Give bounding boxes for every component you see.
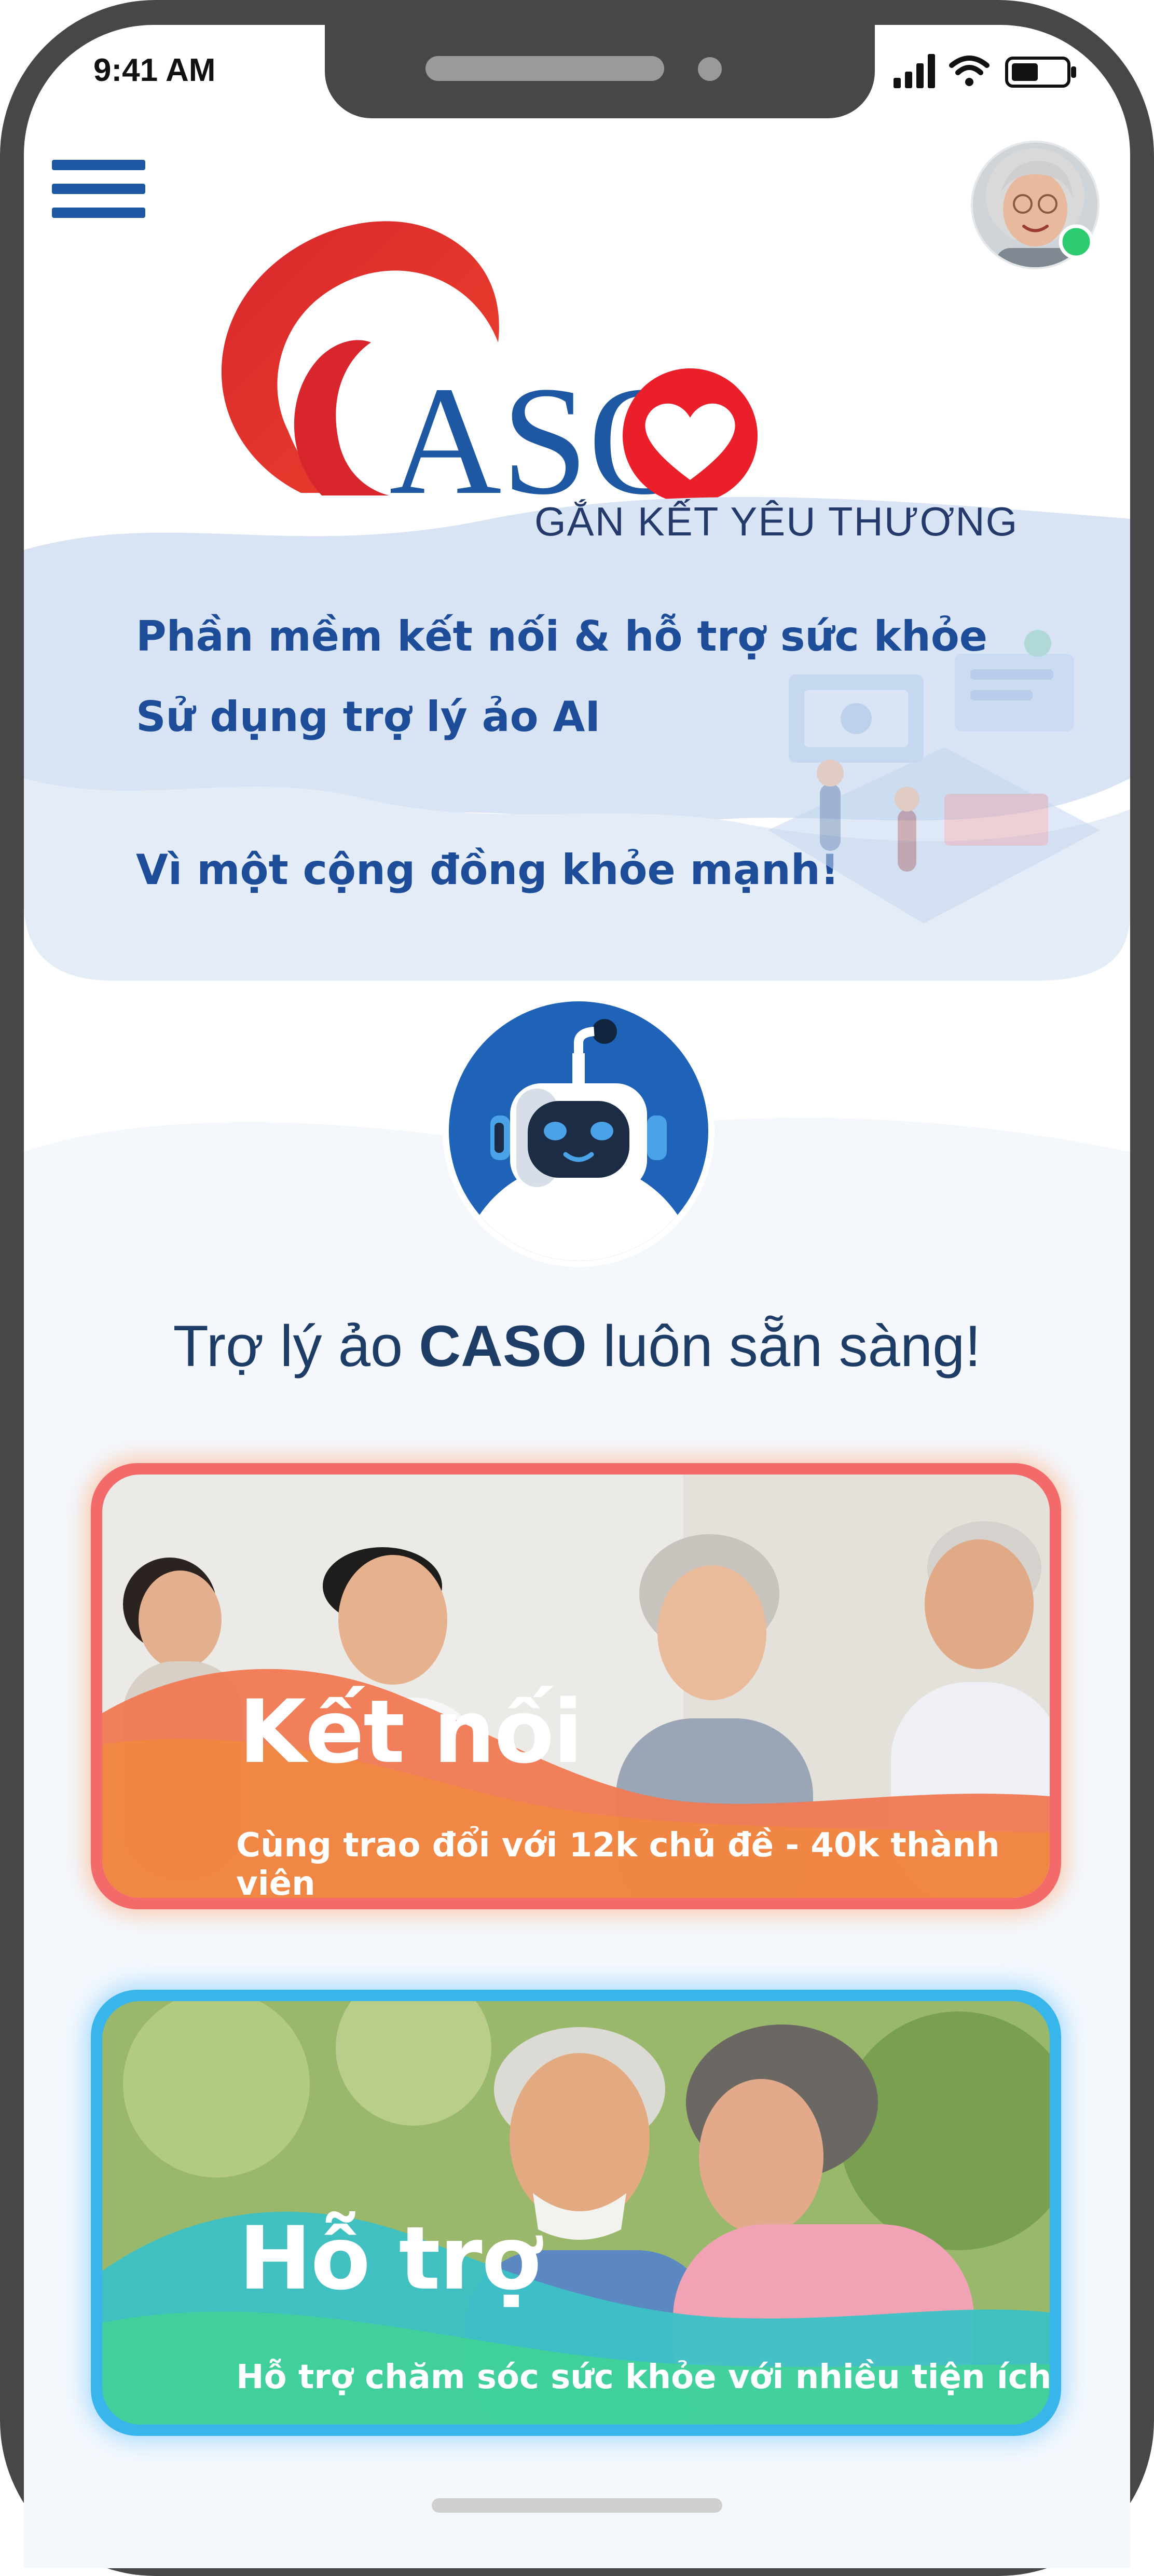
hamburger-menu-icon[interactable] bbox=[52, 156, 145, 223]
user-avatar[interactable] bbox=[969, 139, 1101, 271]
notch-speaker bbox=[425, 56, 664, 81]
wifi-icon bbox=[949, 56, 990, 86]
cellular-signal-icon bbox=[894, 54, 935, 88]
home-indicator[interactable] bbox=[432, 2498, 722, 2513]
hero-illustration bbox=[768, 630, 1100, 924]
hero-line-2: Sử dụng trợ lý ảo AI bbox=[136, 693, 601, 741]
support-card[interactable]: Hỗ trợ Hỗ trợ chăm sóc sức khỏe với nhiề… bbox=[91, 1990, 1061, 2436]
assistant-heading-prefix: Trợ lý ảo bbox=[173, 1314, 419, 1379]
assistant-heading: Trợ lý ảo CASO luôn sẵn sàng! bbox=[0, 1313, 1154, 1380]
connect-card[interactable]: Kết nối Cùng trao đổi với 12k chủ đề - 4… bbox=[91, 1463, 1061, 1909]
online-status-dot bbox=[1059, 224, 1094, 259]
heart-icon bbox=[623, 368, 758, 503]
connect-card-title: Kết nối bbox=[239, 1681, 583, 1783]
status-icons bbox=[894, 54, 1076, 88]
brand-tagline: GẮN KẾT YÊU THƯƠNG bbox=[534, 499, 1019, 544]
support-card-subtitle: Hỗ trợ chăm sóc sức khỏe với nhiều tiện … bbox=[236, 2358, 1052, 2396]
assistant-heading-suffix: luôn sẵn sàng! bbox=[586, 1314, 981, 1379]
notch-camera bbox=[698, 57, 722, 81]
connect-card-subtitle: Cùng trao đổi với 12k chủ đề - 40k thành… bbox=[236, 1826, 1000, 1903]
support-card-title: Hỗ trợ bbox=[239, 2208, 541, 2309]
status-time: 9:41 AM bbox=[93, 52, 216, 88]
battery-icon bbox=[1005, 57, 1076, 88]
assistant-heading-brand: CASO bbox=[419, 1314, 587, 1379]
robot-assistant-icon[interactable] bbox=[438, 991, 719, 1271]
